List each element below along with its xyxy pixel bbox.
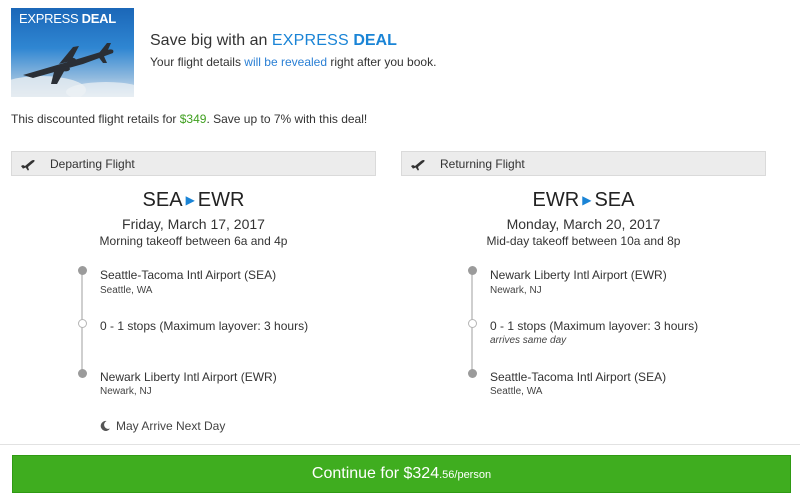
departing-takeoff-window: Morning takeoff between 6a and 4p bbox=[99, 234, 288, 248]
promo-title-prefix: Save big with an bbox=[150, 32, 272, 49]
timeline-dot-origin bbox=[77, 266, 87, 275]
departing-route: SEA ▶ EWR bbox=[11, 189, 376, 212]
promo-title-deal: DEAL bbox=[353, 32, 397, 49]
returning-flight-header: Returning Flight bbox=[401, 151, 766, 176]
returning-origin-city: Newark, NJ bbox=[490, 285, 542, 296]
revealed-link: will be revealed bbox=[244, 55, 328, 69]
returning-takeoff-window: Mid-day takeoff between 10a and 8p bbox=[486, 234, 681, 248]
divider bbox=[0, 444, 800, 445]
may-arrive-next-day: May Arrive Next Day bbox=[99, 419, 225, 433]
returning-stops-info: 0 - 1 stops (Maximum layover: 3 hours) bbox=[490, 319, 699, 333]
timeline-dot-destination bbox=[467, 369, 477, 378]
promo-title-express: EXPRESS bbox=[271, 32, 349, 49]
returning-origin-airport: Newark Liberty Intl Airport (EWR) bbox=[490, 268, 667, 282]
timeline-dot-origin bbox=[467, 266, 477, 275]
departing-flight-header: Departing Flight bbox=[11, 151, 376, 176]
route-arrow-icon: ▶ bbox=[185, 193, 195, 207]
timeline-dot-stops bbox=[467, 319, 477, 328]
departing-stops-info: 0 - 1 stops (Maximum layover: 3 hours) bbox=[100, 319, 309, 333]
returning-arrives-same-day: arrives same day bbox=[490, 335, 567, 346]
cta-per-person: /person bbox=[454, 469, 492, 481]
retail-price: $349 bbox=[179, 112, 207, 126]
returning-origin: EWR bbox=[532, 189, 580, 211]
departing-flight-label: Departing Flight bbox=[50, 156, 135, 171]
moon-icon bbox=[99, 420, 111, 432]
returning-route: EWR ▶ SEA bbox=[401, 189, 766, 212]
returning-flight-panel: Returning Flight EWR ▶ SEA Monday, March 2… bbox=[401, 151, 766, 397]
departing-origin: SEA bbox=[142, 189, 183, 211]
departing-origin-city: Seattle, WA bbox=[100, 285, 153, 296]
returning-destination-city: Seattle, WA bbox=[490, 386, 543, 397]
plane-takeoff-icon bbox=[410, 156, 426, 172]
cta-price-cents: .56 bbox=[439, 469, 455, 481]
promo-title: Save big with an EXPRESS DEAL bbox=[150, 32, 397, 50]
departing-origin-airport: Seattle-Tacoma Intl Airport (SEA) bbox=[100, 268, 277, 282]
departing-date: Friday, March 17, 2017 bbox=[122, 216, 265, 232]
returning-flight-label: Returning Flight bbox=[440, 156, 525, 171]
plane-takeoff-icon bbox=[20, 156, 36, 172]
promo-subtitle: Your flight details will be revealed rig… bbox=[150, 55, 437, 69]
timeline-dot-stops bbox=[77, 319, 87, 328]
returning-destination: SEA bbox=[594, 189, 635, 211]
express-deal-image: EXPRESS DEAL bbox=[11, 8, 134, 97]
returning-destination-airport: Seattle-Tacoma Intl Airport (SEA) bbox=[490, 370, 667, 384]
departing-destination-city: Newark, NJ bbox=[100, 386, 152, 397]
route-arrow-icon: ▶ bbox=[582, 193, 592, 207]
timeline-dot-destination bbox=[77, 369, 87, 378]
continue-button[interactable]: Continue for $324.56/person bbox=[12, 455, 791, 493]
departing-destination-airport: Newark Liberty Intl Airport (EWR) bbox=[100, 370, 277, 384]
departing-destination: EWR bbox=[197, 189, 245, 211]
departing-flight-panel: Departing Flight SEA ▶ EWR Friday, March 1… bbox=[11, 151, 376, 433]
express-deal-badge: EXPRESS DEAL bbox=[19, 11, 116, 26]
discount-line: This discounted flight retails for $349.… bbox=[11, 112, 368, 126]
returning-date: Monday, March 20, 2017 bbox=[506, 216, 661, 232]
cta-price-dollars: $324 bbox=[403, 465, 440, 482]
